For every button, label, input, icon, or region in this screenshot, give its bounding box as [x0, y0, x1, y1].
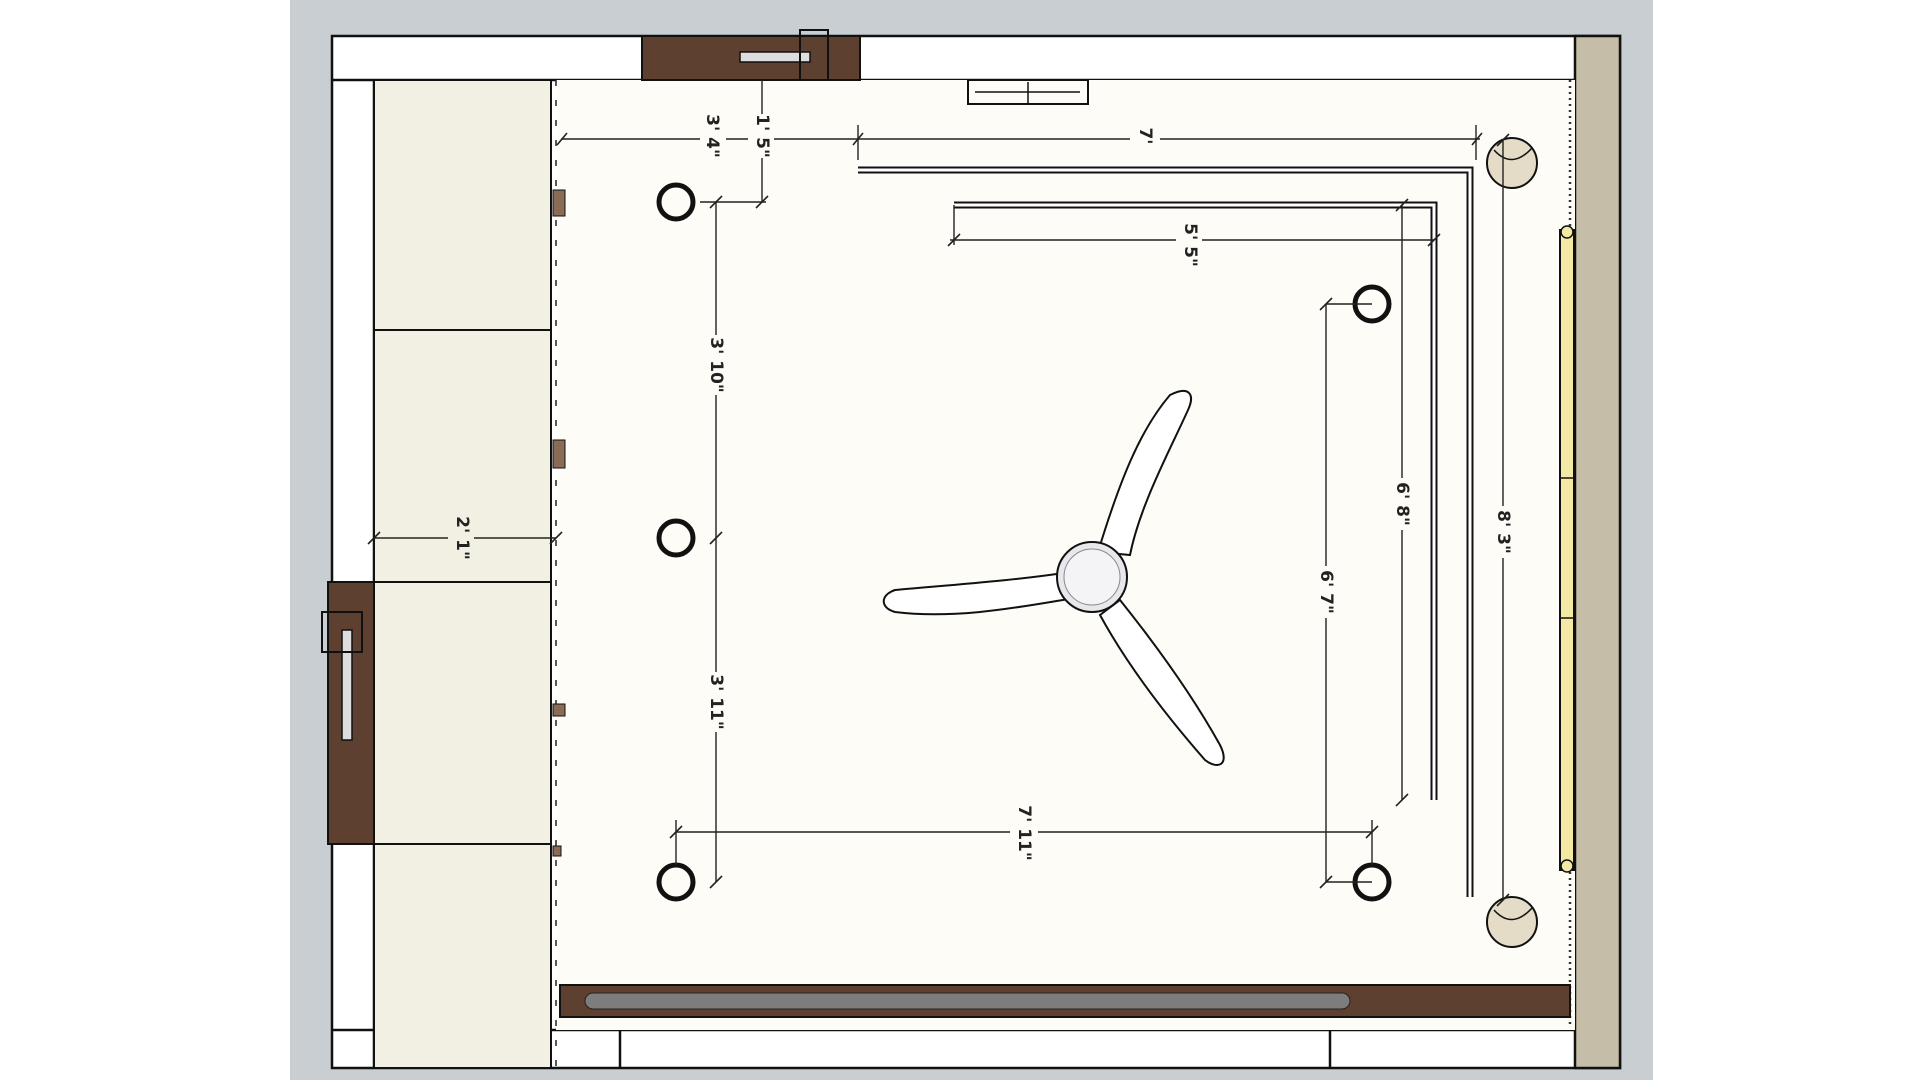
floor-plan-drawing: 7' 5' 5" 3' 4" 1' 5" 3' 10" 3' 11" 2' 1"…	[0, 0, 1920, 1080]
ac-unit	[967, 79, 1089, 105]
dimension-label: 3' 11"	[706, 674, 726, 729]
dimension-label: 8' 3"	[1493, 510, 1513, 554]
dimension-label: 2' 1"	[452, 516, 472, 560]
dimension-label: 1' 5"	[752, 114, 772, 158]
dimension-label: 3' 4"	[702, 114, 722, 158]
dimension-label: 3' 10"	[706, 337, 726, 392]
door-top	[641, 29, 861, 81]
right-side-wall	[1573, 34, 1622, 1070]
wardrobe	[373, 79, 557, 1069]
dimension-label: 7' 11"	[1014, 805, 1034, 860]
door-left	[321, 581, 375, 845]
dimension-label: 6' 8"	[1392, 482, 1412, 526]
wall-sconce	[1486, 896, 1538, 948]
floor-plan-stage: 7' 5' 5" 3' 4" 1' 5" 3' 10" 3' 11" 2' 1"…	[0, 0, 1920, 1080]
dimension-label: 6' 7"	[1316, 570, 1336, 614]
wall-sconce	[1486, 137, 1538, 189]
dimension-label: 5' 5"	[1180, 223, 1200, 267]
curtain-rail	[1559, 225, 1575, 873]
bottom-planter	[559, 984, 1571, 1018]
dimension-label: 7'	[1135, 127, 1155, 144]
